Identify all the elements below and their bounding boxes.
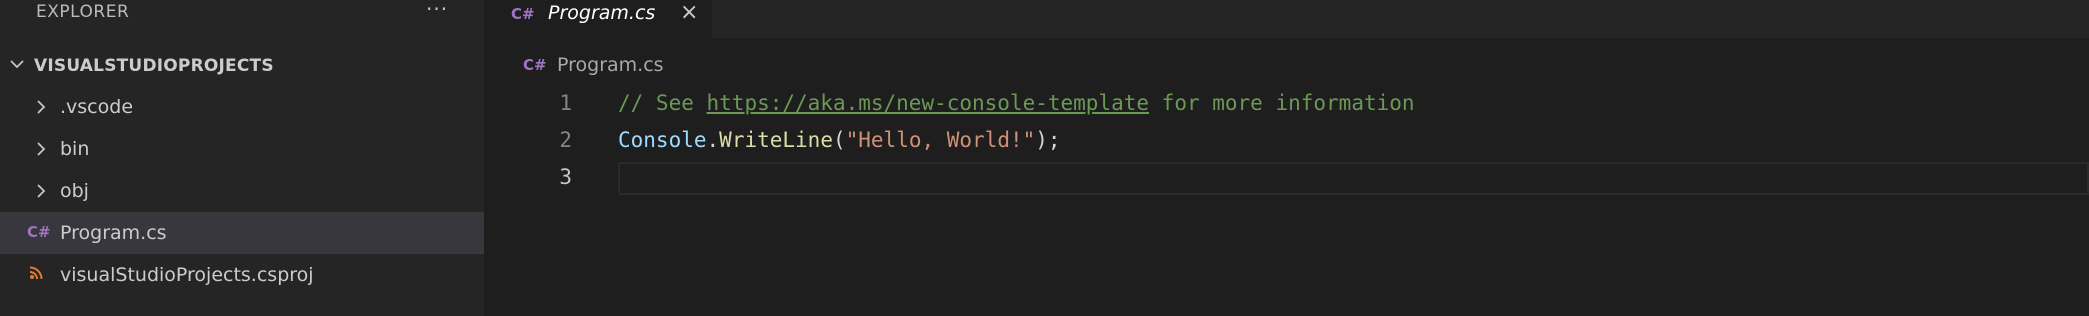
code-line: 1 // See https://aka.ms/new-console-temp… (484, 88, 2089, 125)
more-actions-icon[interactable]: ··· (426, 0, 448, 21)
workspace-folder[interactable]: VISUALSTUDIOPROJECTS (0, 50, 484, 84)
tree-item-csproj[interactable]: visualStudioProjects.csproj (0, 254, 484, 296)
line-number: 1 (559, 91, 572, 115)
csharp-icon: C# (27, 223, 51, 241)
tree-item-label: .vscode (60, 96, 134, 118)
chevron-right-icon (37, 184, 46, 198)
comment-token: // See (618, 91, 707, 115)
tree-item-label: visualStudioProjects.csproj (60, 264, 314, 286)
chevron-down-icon (10, 60, 24, 69)
tab-bar: C# Program.cs × (484, 0, 2089, 38)
type-token: Console (618, 128, 707, 152)
explorer-sidebar: EXPLORER ··· VISUALSTUDIOPROJECTS .vscod… (0, 0, 484, 316)
chevron-right-icon (37, 142, 46, 156)
line-number: 2 (559, 128, 572, 152)
tree-item-obj[interactable]: obj (0, 170, 484, 212)
workspace-folder-name: VISUALSTUDIOPROJECTS (34, 56, 274, 76)
code-line-current: 3 (484, 162, 2089, 199)
line-content: // See https://aka.ms/new-console-templa… (618, 91, 1415, 115)
line-number: 3 (559, 165, 572, 189)
comment-token: for more information (1149, 91, 1415, 115)
tab-label: Program.cs (548, 2, 656, 24)
link-token[interactable]: https://aka.ms/new-console-template (707, 91, 1150, 115)
tree-item-bin[interactable]: bin (0, 128, 484, 170)
punctuation-token: . (706, 128, 720, 152)
function-token: WriteLine (719, 128, 833, 152)
tree-item-label: bin (60, 138, 90, 160)
tree-item-label: obj (60, 180, 89, 202)
breadcrumb-item[interactable]: Program.cs (557, 54, 664, 76)
current-line-highlight (618, 162, 2089, 195)
rss-icon (29, 266, 43, 280)
editor-area: C# Program.cs × C# Program.cs 1 // See h… (484, 0, 2089, 316)
code-line: 2 Console.WriteLine("Hello, World!"); (484, 125, 2089, 162)
csharp-icon: C# (523, 56, 547, 74)
tree-item-vscode[interactable]: .vscode (0, 86, 484, 128)
tab-program-cs[interactable]: C# Program.cs × (484, 0, 712, 38)
close-icon[interactable]: × (680, 0, 698, 25)
explorer-header: EXPLORER ··· (0, 0, 484, 30)
string-token: "Hello, World!" (845, 128, 1036, 152)
line-content: Console.WriteLine("Hello, World!"); (618, 128, 1061, 152)
tree-item-program-cs[interactable]: C# Program.cs (0, 212, 484, 254)
csharp-icon: C# (511, 5, 535, 23)
explorer-title: EXPLORER (36, 2, 130, 22)
chevron-right-icon (37, 100, 46, 114)
punctuation-token: ); (1035, 128, 1061, 152)
tree-item-label: Program.cs (60, 222, 167, 244)
punctuation-token: ( (832, 128, 846, 152)
breadcrumb: C# Program.cs (484, 54, 1084, 80)
